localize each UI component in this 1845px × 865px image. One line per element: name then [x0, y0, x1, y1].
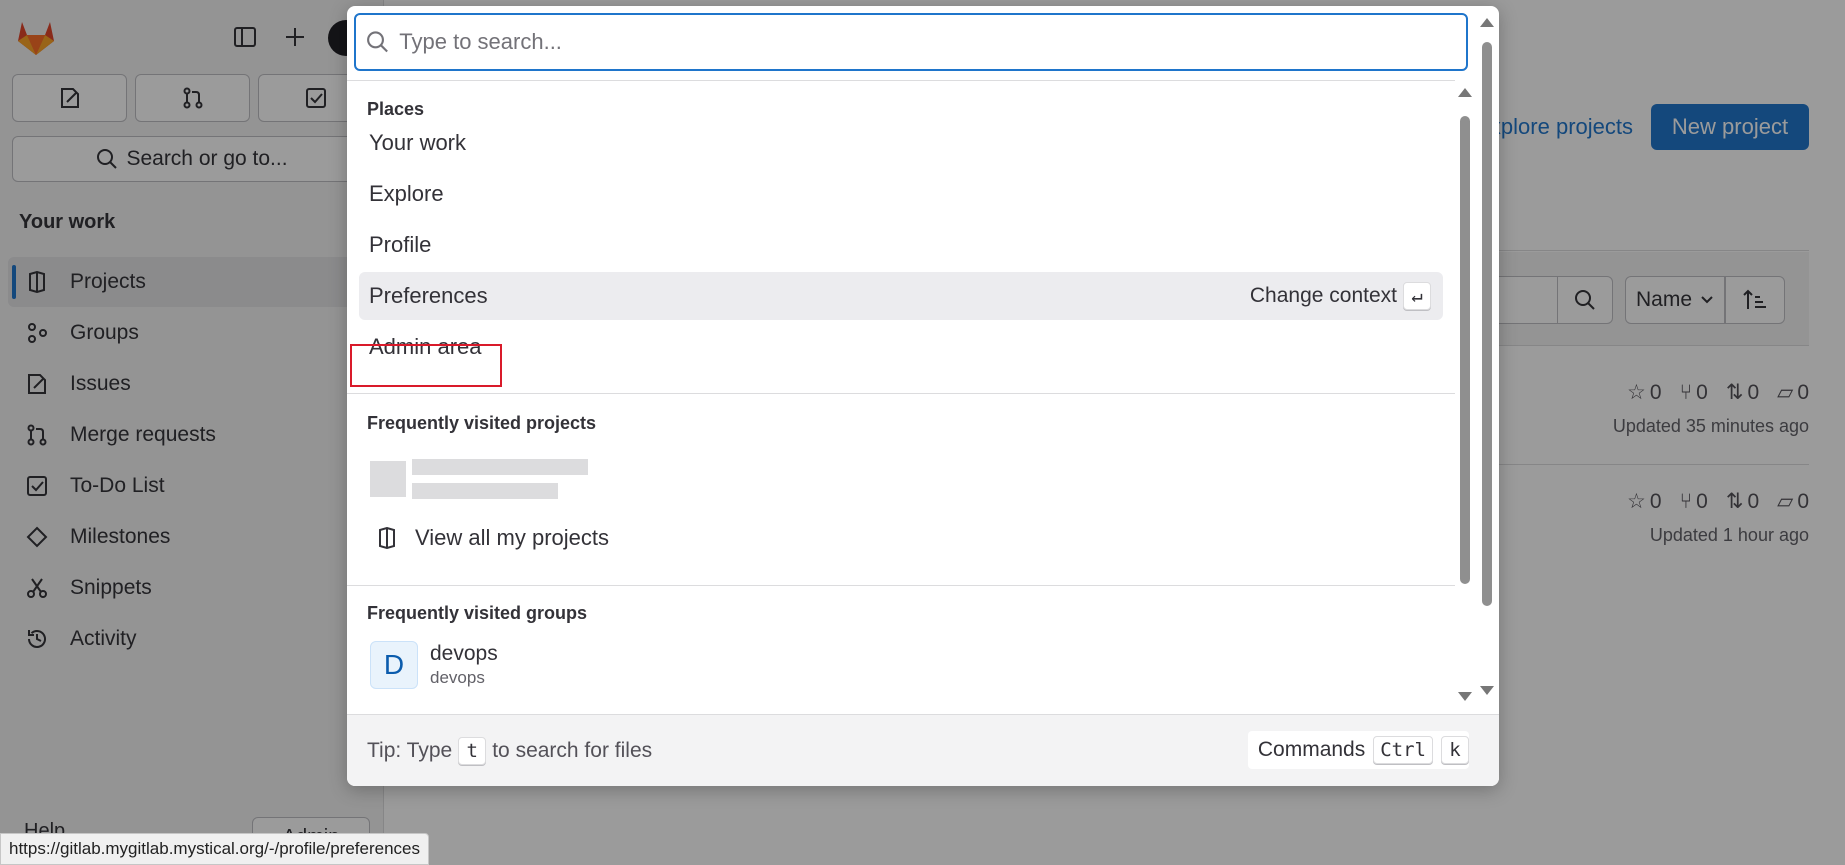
places-title: Places [367, 99, 425, 119]
place-label: Explore [369, 181, 444, 206]
loading-skeleton-avatar [370, 461, 406, 497]
search-results: Places Your work Explore Profile Prefere… [347, 80, 1455, 714]
command-palette-footer: Tip: Type t to search for files Commands… [347, 714, 1499, 786]
loading-skeleton-line [412, 483, 558, 499]
command-palette-search[interactable] [354, 13, 1468, 71]
projects-title: Frequently visited projects [367, 413, 597, 433]
scroll-down-arrow-icon[interactable] [1458, 692, 1472, 701]
place-item-preferences[interactable]: Preferences Change context ↵ [359, 272, 1443, 320]
group-item-devops[interactable]: D devops devops [370, 641, 498, 689]
search-tip: Tip: Type t to search for files [367, 737, 652, 765]
tip-suffix: to search for files [492, 739, 653, 762]
loading-skeleton-line [412, 459, 588, 475]
section-divider [347, 585, 1455, 586]
scrollbar-thumb[interactable] [1482, 42, 1492, 606]
admin-area-highlight-box [350, 344, 502, 387]
place-item-your-work[interactable]: Your work [359, 119, 1443, 167]
tip-prefix: Tip: Type [367, 739, 453, 762]
status-bar-url: https://gitlab.mygitlab.mystical.org/-/p… [0, 833, 430, 865]
ctrl-key: Ctrl [1373, 736, 1433, 764]
group-name: devops [430, 642, 498, 665]
commands-shortcut[interactable]: Commands Ctrl k [1247, 731, 1469, 769]
k-key: k [1441, 736, 1469, 764]
change-context-hint: Change context ↵ [1250, 282, 1431, 310]
view-all-label: View all my projects [415, 525, 609, 550]
scroll-up-arrow-icon[interactable] [1480, 18, 1494, 27]
place-label: Profile [369, 232, 432, 257]
groups-title: Frequently visited groups [367, 603, 588, 623]
command-palette: Places Your work Explore Profile Prefere… [347, 6, 1499, 786]
view-all-projects-link[interactable]: View all my projects [377, 525, 609, 551]
results-scrollbar[interactable] [1455, 80, 1475, 714]
scrollbar-thumb[interactable] [1460, 116, 1470, 584]
scroll-up-arrow-icon[interactable] [1458, 88, 1472, 97]
group-avatar: D [370, 641, 418, 689]
search-icon [367, 31, 388, 53]
project-icon [379, 527, 395, 549]
section-divider [347, 393, 1455, 394]
place-item-profile[interactable]: Profile [359, 221, 1443, 269]
place-item-explore[interactable]: Explore [359, 170, 1443, 218]
tip-key: t [458, 737, 487, 765]
enter-key: ↵ [1403, 282, 1431, 310]
search-input[interactable] [399, 29, 1466, 55]
modal-scrollbar[interactable] [1475, 6, 1499, 716]
place-label: Preferences [369, 283, 488, 308]
place-label: Your work [369, 130, 467, 155]
place-item-admin-area[interactable]: Admin area [359, 323, 1443, 371]
hint-label: Change context [1249, 284, 1397, 307]
commands-label: Commands [1257, 738, 1366, 761]
scroll-down-arrow-icon[interactable] [1480, 686, 1494, 695]
group-path: devops [430, 668, 485, 687]
